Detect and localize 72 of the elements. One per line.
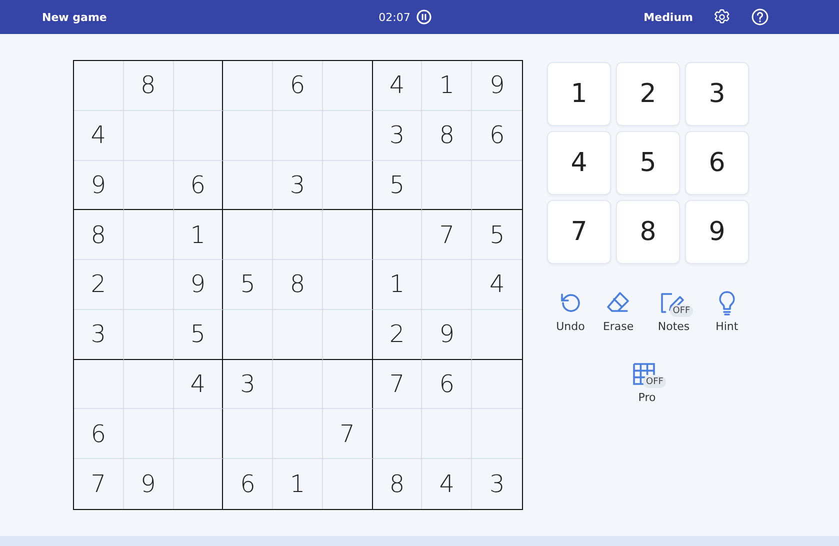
sudoku-cell[interactable]: 2 [372, 310, 422, 360]
sudoku-cell[interactable]: 1 [372, 260, 422, 310]
sudoku-cell[interactable]: 8 [273, 260, 323, 310]
sudoku-cell[interactable]: 7 [74, 459, 124, 509]
sudoku-cell[interactable]: 7 [372, 360, 422, 410]
sudoku-cell[interactable] [322, 210, 373, 260]
sudoku-cell[interactable]: 4 [472, 260, 522, 310]
sudoku-cell[interactable]: 4 [174, 360, 224, 410]
sudoku-cell[interactable] [322, 310, 373, 360]
sudoku-cell[interactable]: 6 [223, 459, 274, 509]
sudoku-cell[interactable]: 4 [372, 61, 422, 111]
number-button[interactable]: 9 [685, 200, 749, 264]
number-button[interactable]: 3 [685, 62, 749, 126]
sudoku-cell[interactable]: 9 [472, 61, 522, 111]
number-button[interactable]: 7 [547, 200, 611, 264]
sudoku-cell[interactable]: 6 [422, 360, 472, 410]
number-button[interactable]: 2 [616, 62, 680, 126]
timer: 02:07 [378, 10, 410, 24]
sudoku-cell[interactable]: 1 [273, 459, 323, 509]
sudoku-cell[interactable]: 5 [223, 260, 274, 310]
number-button[interactable]: 8 [616, 200, 680, 264]
sudoku-cell[interactable]: 3 [372, 110, 422, 161]
sudoku-cell[interactable]: 4 [74, 110, 124, 161]
sudoku-cell[interactable]: 4 [422, 459, 472, 509]
sudoku-cell[interactable]: 8 [372, 459, 422, 509]
sudoku-cell[interactable]: 3 [273, 160, 323, 210]
sudoku-cell[interactable]: 5 [174, 310, 224, 360]
sudoku-cell[interactable]: 6 [273, 61, 323, 111]
number-button[interactable]: 5 [616, 131, 680, 195]
sudoku-cell[interactable] [322, 160, 373, 210]
sudoku-cell[interactable]: 6 [174, 160, 224, 210]
sudoku-cell[interactable] [322, 110, 373, 161]
sudoku-cell[interactable]: 1 [422, 61, 472, 111]
new-game-link[interactable]: New game [42, 10, 379, 24]
sudoku-cell[interactable]: 5 [372, 160, 422, 210]
off-badge: OFF [670, 305, 694, 317]
undo-button[interactable]: Undo [556, 290, 585, 333]
sudoku-cell[interactable]: 2 [74, 260, 124, 310]
sudoku-cell[interactable] [174, 61, 224, 111]
pause-icon[interactable] [416, 9, 432, 25]
sudoku-cell[interactable]: 9 [174, 260, 224, 310]
hint-button[interactable]: Hint [714, 290, 740, 333]
notes-button[interactable]: OFF Notes [652, 290, 696, 333]
sudoku-cell[interactable]: 5 [472, 210, 522, 260]
sudoku-cell[interactable] [322, 61, 373, 111]
settings-icon[interactable] [713, 8, 732, 26]
sudoku-cell[interactable]: 8 [124, 61, 174, 111]
sudoku-cell[interactable]: 9 [124, 459, 174, 509]
off-badge: OFF [643, 376, 666, 388]
number-button[interactable]: 6 [685, 131, 749, 195]
sudoku-cell[interactable]: 8 [422, 110, 472, 161]
sudoku-cell[interactable]: 3 [223, 360, 274, 410]
pro-button[interactable]: OFF Pro [625, 361, 669, 404]
sudoku-cell[interactable] [322, 260, 373, 310]
sudoku-cell[interactable] [322, 360, 373, 410]
sudoku-cell[interactable]: 3 [74, 310, 124, 360]
sudoku-cell[interactable]: 3 [472, 459, 522, 509]
sudoku-cell[interactable] [174, 409, 224, 460]
erase-button[interactable]: Erase [602, 290, 634, 333]
number-button[interactable]: 4 [547, 131, 611, 195]
sudoku-cell[interactable]: 6 [74, 409, 124, 460]
help-icon[interactable] [751, 8, 770, 26]
number-button[interactable]: 1 [547, 62, 611, 126]
sudoku-cell[interactable]: 9 [422, 310, 472, 360]
sudoku-cell[interactable]: 8 [74, 210, 124, 260]
sudoku-cell[interactable]: 9 [74, 160, 124, 210]
sudoku-cell[interactable] [174, 110, 224, 161]
difficulty-label[interactable]: Medium [644, 10, 694, 24]
sudoku-cell[interactable]: 6 [472, 110, 522, 161]
sudoku-cell[interactable]: 1 [174, 210, 224, 260]
sudoku-cell[interactable]: 7 [422, 210, 472, 260]
sudoku-cell[interactable]: 7 [322, 409, 373, 460]
